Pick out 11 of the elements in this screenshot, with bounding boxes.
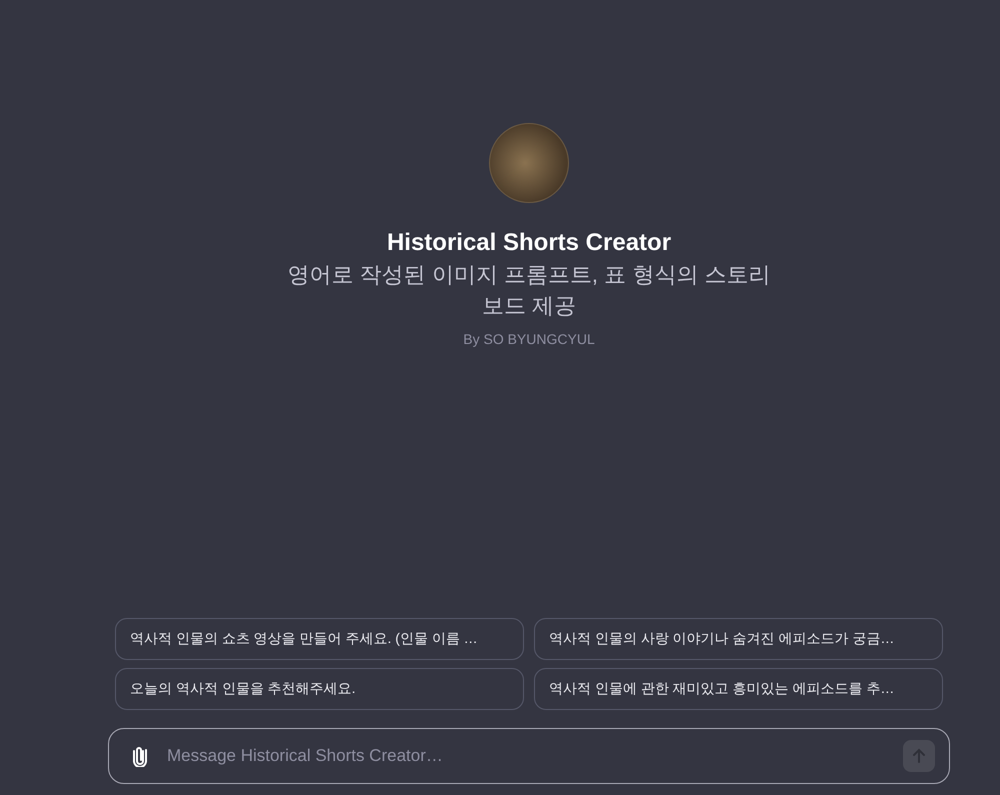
- suggestion-button[interactable]: 역사적 인물의 쇼츠 영상을 만들어 주세요. (인물 이름 …: [115, 618, 524, 660]
- arrow-up-icon: [911, 748, 927, 764]
- author-text: By SO BYUNGCYUL: [463, 331, 595, 347]
- gpt-title: Historical Shorts Creator: [386, 229, 672, 257]
- message-composer[interactable]: Message Historical Shorts Creator…: [108, 728, 950, 784]
- suggestion-button[interactable]: 역사적 인물의 사랑 이야기나 숨겨진 에피소드가 궁금…: [534, 618, 943, 660]
- message-field[interactable]: Message Historical Shorts Creator…: [165, 745, 887, 767]
- gpt-description: 영어로 작성된 이미지 프롬프트, 표 형식의 스토리 보드 제공: [286, 261, 772, 320]
- paperclip-icon[interactable]: [131, 745, 149, 767]
- suggestion-button[interactable]: 오늘의 역사적 인물을 추천해주세요.: [115, 668, 524, 710]
- suggestion-button[interactable]: 역사적 인물에 관한 재미있고 흥미있는 에피소드를 추…: [534, 668, 943, 710]
